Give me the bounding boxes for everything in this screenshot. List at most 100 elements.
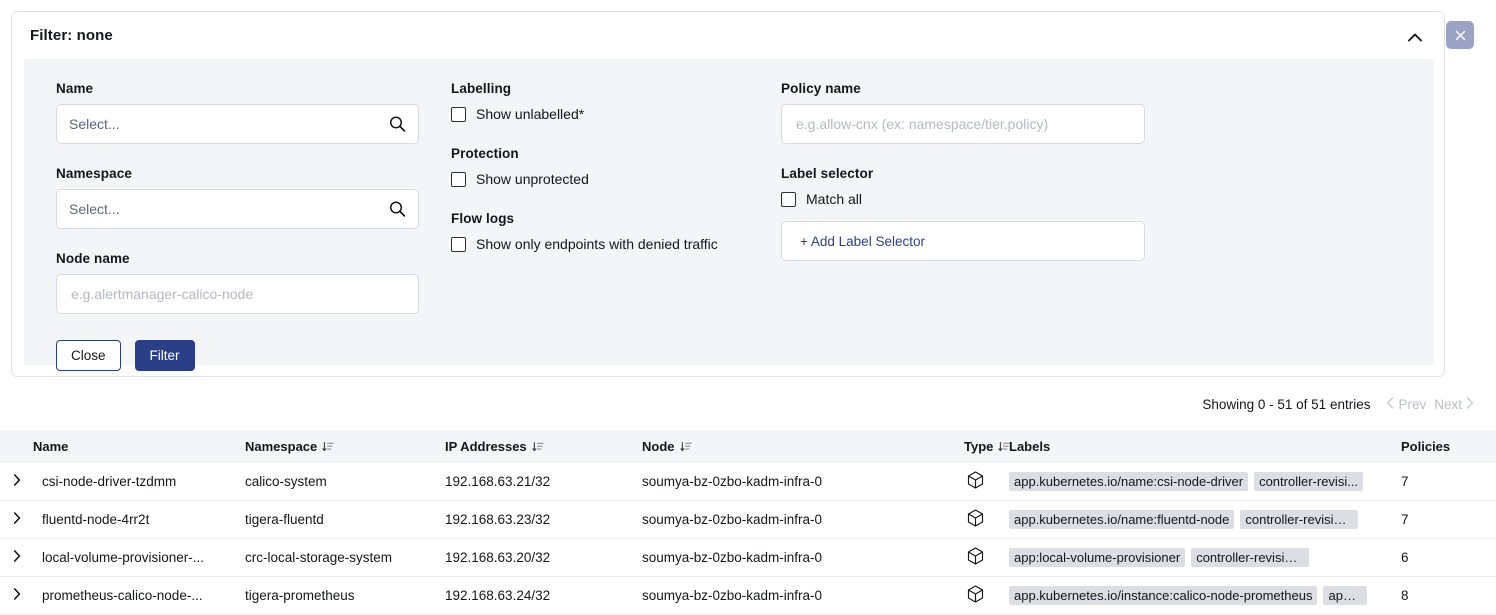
show-denied-traffic-checkbox-row[interactable]: Show only endpoints with denied traffic	[451, 234, 781, 254]
label-selector-group-label: Label selector	[781, 166, 1181, 181]
search-icon	[389, 116, 406, 133]
policy-name-input[interactable]	[781, 104, 1145, 144]
name-select-input[interactable]: Select...	[56, 104, 419, 144]
cell-policies-count: 7	[1401, 474, 1496, 489]
cell-namespace: calico-system	[245, 474, 445, 489]
search-icon	[389, 201, 406, 218]
column-header-policies-label: Policies	[1401, 439, 1450, 454]
cell-name: csi-node-driver-tzdmm	[0, 474, 245, 489]
column-header-type[interactable]: Type	[939, 439, 1009, 454]
prev-page-button[interactable]: Prev	[1398, 397, 1426, 412]
expand-row-button[interactable]	[0, 588, 33, 603]
cell-labels: app.kubernetes.io/instance:calico-node-p…	[1009, 586, 1401, 605]
sort-icon[interactable]	[322, 441, 334, 453]
chevron-up-icon	[1408, 33, 1422, 42]
namespace-select-placeholder: Select...	[69, 201, 120, 217]
checkbox-icon[interactable]	[781, 192, 796, 207]
cell-labels: app:local-volume-provisioner controller-…	[1009, 548, 1401, 567]
column-header-node-label: Node	[642, 439, 675, 454]
column-header-policies[interactable]: Policies	[1401, 439, 1496, 454]
close-button[interactable]: Close	[56, 340, 121, 371]
filter-panel: Filter: none Name Select... Namespace Se…	[11, 11, 1445, 377]
endpoint-name: csi-node-driver-tzdmm	[42, 474, 176, 489]
endpoint-name: fluentd-node-4rr2t	[42, 512, 149, 527]
cube-icon	[967, 471, 984, 492]
match-all-checkbox-row[interactable]: Match all	[781, 189, 1181, 209]
cell-type	[939, 547, 1009, 568]
expand-row-button[interactable]	[0, 550, 33, 565]
label-tag: controller-revision-...	[1240, 510, 1358, 529]
column-header-node[interactable]: Node	[642, 439, 939, 454]
checkbox-icon[interactable]	[451, 107, 466, 122]
table-row[interactable]: prometheus-calico-node-... tigera-promet…	[0, 577, 1496, 615]
sort-icon[interactable]	[532, 441, 544, 453]
namespace-field-label: Namespace	[56, 166, 451, 181]
cell-name: fluentd-node-4rr2t	[0, 512, 245, 527]
cell-node: soumya-bz-0zbo-kadm-infra-0	[642, 588, 939, 603]
label-tag: app....	[1323, 586, 1367, 605]
show-unprotected-checkbox-row[interactable]: Show unprotected	[451, 169, 781, 189]
chevron-right-icon	[13, 474, 21, 489]
column-header-namespace[interactable]: Namespace	[245, 439, 445, 454]
filter-column-left: Name Select... Namespace Select... Node …	[56, 81, 451, 371]
sort-icon[interactable]	[680, 441, 692, 453]
cell-policies-count: 6	[1401, 550, 1496, 565]
table-row[interactable]: fluentd-node-4rr2t tigera-fluentd 192.16…	[0, 501, 1496, 539]
node-name-input[interactable]	[56, 274, 419, 314]
cube-icon	[967, 547, 984, 568]
filter-panel-header: Filter: none	[12, 12, 1444, 59]
match-all-label: Match all	[806, 191, 862, 207]
next-page-button[interactable]: Next	[1434, 397, 1462, 412]
label-tag: app.kubernetes.io/name:csi-node-driver	[1009, 472, 1248, 491]
cell-namespace: tigera-fluentd	[245, 512, 445, 527]
table-header-row: Name Namespace IP Addresses Node Type	[0, 430, 1496, 463]
cell-policies-count: 8	[1401, 588, 1496, 603]
cube-icon	[967, 509, 984, 530]
column-header-ip-addresses[interactable]: IP Addresses	[445, 439, 642, 454]
cell-node: soumya-bz-0zbo-kadm-infra-0	[642, 474, 939, 489]
protection-group-label: Protection	[451, 146, 781, 161]
column-header-labels[interactable]: Labels	[1009, 439, 1401, 454]
add-label-selector-button[interactable]: + Add Label Selector	[781, 221, 1145, 261]
cell-ip-address: 192.168.63.23/32	[445, 512, 642, 527]
filter-button[interactable]: Filter	[135, 340, 195, 371]
show-unprotected-label: Show unprotected	[476, 171, 589, 187]
table-row[interactable]: csi-node-driver-tzdmm calico-system 192.…	[0, 463, 1496, 501]
pagination-summary: Showing 0 - 51 of 51 entries	[1202, 397, 1370, 412]
show-denied-traffic-label: Show only endpoints with denied traffic	[476, 236, 718, 252]
namespace-select-input[interactable]: Select...	[56, 189, 419, 229]
cell-namespace: crc-local-storage-system	[245, 550, 445, 565]
cell-node: soumya-bz-0zbo-kadm-infra-0	[642, 550, 939, 565]
name-field-label: Name	[56, 81, 451, 96]
filter-column-middle: Labelling Show unlabelled* Protection Sh…	[451, 81, 781, 371]
filter-action-buttons: Close Filter	[56, 340, 451, 371]
cell-name: prometheus-calico-node-...	[0, 588, 245, 603]
chevron-right-icon[interactable]	[1466, 396, 1474, 413]
policy-name-field-label: Policy name	[781, 81, 1181, 96]
labelling-group-label: Labelling	[451, 81, 781, 96]
column-header-labels-label: Labels	[1009, 439, 1050, 454]
label-tag: app.kubernetes.io/instance:calico-node-p…	[1009, 586, 1317, 605]
checkbox-icon[interactable]	[451, 172, 466, 187]
column-header-type-label: Type	[964, 439, 993, 454]
label-tag: controller-revision-hash:65...	[1191, 548, 1309, 567]
table-row[interactable]: local-volume-provisioner-... crc-local-s…	[0, 539, 1496, 577]
close-panel-button[interactable]	[1446, 21, 1474, 49]
collapse-panel-button[interactable]	[1402, 24, 1428, 50]
chevron-left-icon[interactable]	[1386, 396, 1394, 413]
pagination: Showing 0 - 51 of 51 entries Prev Next	[1202, 396, 1474, 413]
expand-row-button[interactable]	[0, 512, 33, 527]
show-unlabelled-checkbox-row[interactable]: Show unlabelled*	[451, 104, 781, 124]
flow-logs-group-label: Flow logs	[451, 211, 781, 226]
cell-node: soumya-bz-0zbo-kadm-infra-0	[642, 512, 939, 527]
endpoints-table: Name Namespace IP Addresses Node Type	[0, 430, 1496, 615]
checkbox-icon[interactable]	[451, 237, 466, 252]
column-header-name[interactable]: Name	[0, 439, 245, 454]
chevron-right-icon	[13, 512, 21, 527]
expand-row-button[interactable]	[0, 474, 33, 489]
name-select-placeholder: Select...	[69, 116, 120, 132]
cell-policies-count: 7	[1401, 512, 1496, 527]
chevron-right-icon	[13, 550, 21, 565]
cell-type	[939, 471, 1009, 492]
show-unlabelled-label: Show unlabelled*	[476, 106, 584, 122]
